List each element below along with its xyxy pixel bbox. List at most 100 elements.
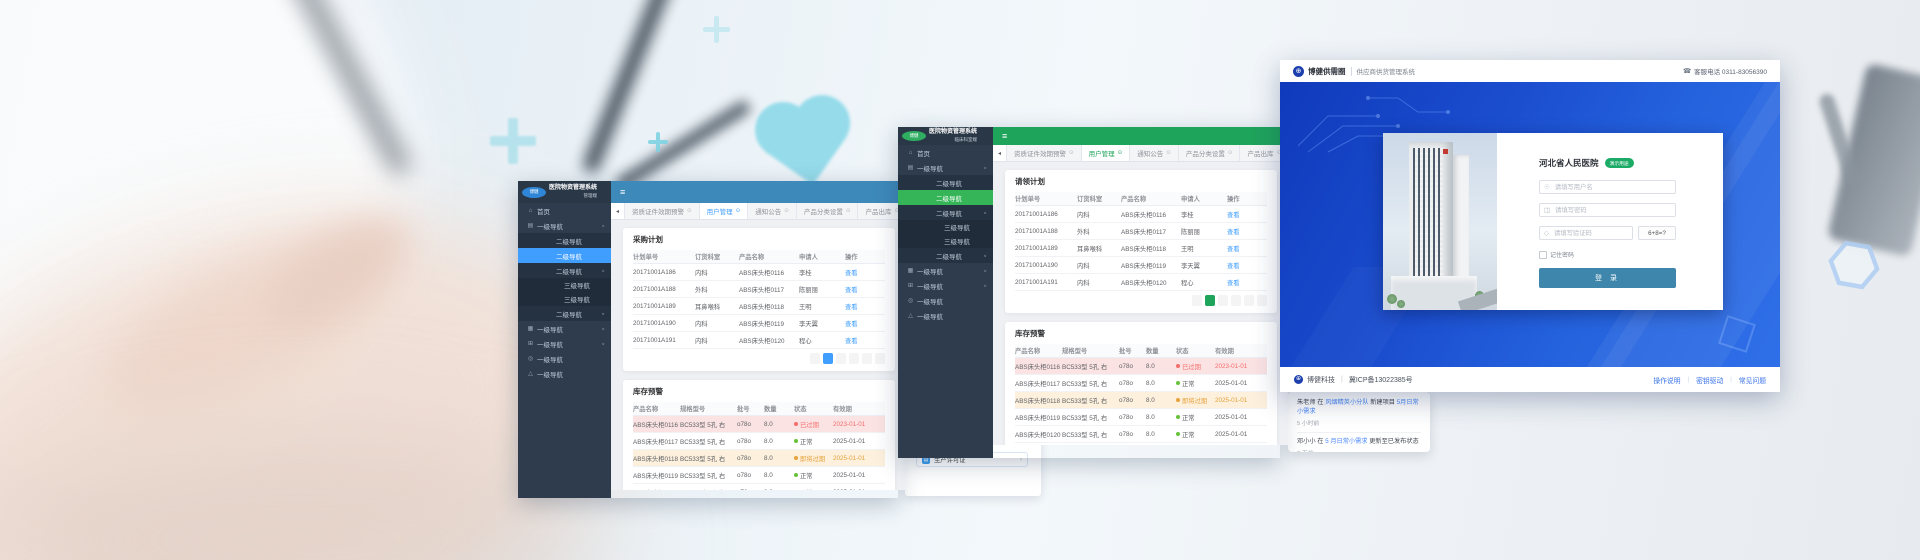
page-button[interactable] xyxy=(1192,295,1202,306)
product-name: 供应商供货管理系统 xyxy=(1357,66,1416,76)
feed-item: 邓小小 在 5 月日常小需求 更新至已发布状态 xyxy=(1297,438,1421,447)
view-link[interactable]: 查看 xyxy=(1227,210,1267,219)
page-button[interactable] xyxy=(1257,295,1267,306)
col-header: 状态 xyxy=(794,404,833,413)
sidebar-menu-item[interactable]: 二级导航 ∨ xyxy=(518,306,611,321)
sidebar-menu-item[interactable]: ▤ 一级导航 ∧ xyxy=(518,218,611,233)
tab-label: 用户管理 xyxy=(1089,148,1115,158)
tab-label: 产品出库 xyxy=(865,206,891,216)
sidebar-menu-item[interactable]: 三级导航 xyxy=(898,220,993,234)
sidebar-menu-item[interactable]: ▤ 一级导航 ∧ xyxy=(898,160,993,175)
sidebar-menu-item[interactable]: 二级导航 xyxy=(898,190,993,205)
col-header: 产品名称 xyxy=(739,252,799,261)
view-link[interactable]: 查看 xyxy=(845,285,885,294)
view-link[interactable]: 查看 xyxy=(845,319,885,328)
tab[interactable]: 资质证件效期预警 ⊙ xyxy=(624,203,699,219)
sidebar-menu-item[interactable]: 二级导航 xyxy=(518,233,611,248)
sidebar-menu-item[interactable]: ▦ 一级导航 ∨ xyxy=(898,263,993,278)
hamburger-icon[interactable]: ≡ xyxy=(611,188,625,197)
view-link[interactable]: 查看 xyxy=(845,336,885,345)
col-header: 申请人 xyxy=(799,252,845,261)
page-button[interactable] xyxy=(836,353,846,364)
page-button[interactable] xyxy=(1218,295,1228,306)
expiry-date-cell: 2025-01-01 xyxy=(1215,431,1267,438)
captcha-field[interactable]: ◇ xyxy=(1539,226,1633,240)
applicant-cell: 陈丽丽 xyxy=(1181,227,1227,236)
hamburger-icon[interactable]: ≡ xyxy=(993,132,1007,141)
sidebar-menu-item[interactable]: ⊞ 一级导航 ∨ xyxy=(898,278,993,293)
plan-number-cell: 20171001A189 xyxy=(633,303,695,310)
sidebar-menu-item[interactable]: 二级导航 ∨ xyxy=(898,248,993,263)
tab[interactable]: 资质证件效期预警 ⊙ xyxy=(1006,145,1081,161)
remember-label: 记住密码 xyxy=(1550,250,1574,259)
view-link[interactable]: 查看 xyxy=(1227,261,1267,270)
status-cell: 正常 xyxy=(794,437,833,446)
spec-cell: BC533型 5孔 右 xyxy=(1062,379,1119,388)
sidebar-menu-item[interactable]: ◎ 一级导航 xyxy=(518,351,611,366)
captcha-question[interactable]: 6+8=? xyxy=(1638,226,1676,240)
col-header: 计划单号 xyxy=(1015,194,1077,203)
tab[interactable]: 通知公告 ⊙ xyxy=(747,203,796,219)
sidebar-menu-item[interactable]: ◎ 一级导航 xyxy=(898,293,993,308)
view-link[interactable]: 查看 xyxy=(1227,278,1267,287)
quantity-cell: 8.0 xyxy=(1146,380,1176,387)
username-input[interactable] xyxy=(1553,183,1671,192)
sidebar-menu-item[interactable]: △ 一级导航 xyxy=(898,308,993,323)
collapse-tabs-icon[interactable]: ◂ xyxy=(611,203,624,219)
status-text: 正常 xyxy=(1182,432,1195,439)
sidebar-menu-item[interactable]: 三级导航 xyxy=(518,278,611,292)
page-button[interactable] xyxy=(1231,295,1241,306)
view-link[interactable]: 查看 xyxy=(1227,227,1267,236)
username-field[interactable]: ☉ xyxy=(1539,180,1676,194)
page-button[interactable] xyxy=(810,353,820,364)
page-button[interactable] xyxy=(862,353,872,364)
sidebar-menu-item[interactable]: 二级导航 ∧ xyxy=(898,205,993,220)
view-link[interactable]: 查看 xyxy=(845,268,885,277)
page-button[interactable] xyxy=(875,353,885,364)
collapse-tabs-icon[interactable]: ◂ xyxy=(993,145,1006,161)
checkbox-icon[interactable] xyxy=(1539,251,1547,259)
sidebar-menu-item[interactable]: 三级导航 xyxy=(518,292,611,306)
shield-icon: ◇ xyxy=(1544,229,1549,237)
department-cell: 外科 xyxy=(1077,227,1121,236)
page-button[interactable] xyxy=(849,353,859,364)
sidebar-menu-item[interactable]: ⌂ 首页 xyxy=(898,145,993,160)
login-button[interactable]: 登 录 xyxy=(1539,268,1676,288)
password-input[interactable] xyxy=(1553,206,1671,215)
page-button[interactable] xyxy=(1244,295,1254,306)
footer-link-faq[interactable]: 常见问题 xyxy=(1739,375,1766,385)
expiry-date-cell: 2025-01-01 xyxy=(833,438,885,445)
product-cell: ABS床头柜0116 xyxy=(633,420,680,429)
sidebar-menu-item[interactable]: △ 一级导航 xyxy=(518,366,611,381)
sidebar-menu-item[interactable]: ⌂ 首页 xyxy=(518,203,611,218)
remember-me[interactable]: 记住密码 xyxy=(1539,250,1723,259)
col-header: 数量 xyxy=(764,404,794,413)
captcha-input[interactable] xyxy=(1552,229,1628,238)
tab[interactable]: 通知公告 ⊙ xyxy=(1129,145,1178,161)
product-cell: ABS床头柜0117 xyxy=(633,437,680,446)
sidebar-menu-item[interactable]: 二级导航 xyxy=(518,248,611,263)
tab-label: 通知公告 xyxy=(1137,148,1163,158)
tab[interactable]: 用户管理 ⊙ xyxy=(1081,145,1130,161)
page-button[interactable] xyxy=(1205,295,1215,306)
pagination xyxy=(633,349,885,366)
footer-link-driver[interactable]: 密钥驱动 xyxy=(1696,375,1723,385)
tab[interactable]: 用户管理 ⊙ xyxy=(699,203,748,219)
tab[interactable]: 产品分类设置 ⊙ xyxy=(796,203,858,219)
department-cell: 外科 xyxy=(695,285,739,294)
sidebar-menu-item[interactable]: ⊞ 一级导航 ∨ xyxy=(518,336,611,351)
sidebar-menu-item[interactable]: 二级导航 xyxy=(898,175,993,190)
page-button[interactable] xyxy=(823,353,833,364)
feed-link[interactable]: 风烟精英小分队 xyxy=(1325,399,1368,406)
footer-link-help[interactable]: 操作说明 xyxy=(1653,375,1680,385)
spec-cell: BC533型 5孔 右 xyxy=(680,471,737,480)
tab[interactable]: 产品分类设置 ⊙ xyxy=(1178,145,1240,161)
view-link[interactable]: 查看 xyxy=(1227,244,1267,253)
sidebar-menu-item[interactable]: 三级导航 xyxy=(898,234,993,248)
sidebar-menu-item[interactable]: 二级导航 ∧ xyxy=(518,263,611,278)
view-link[interactable]: 查看 xyxy=(845,302,885,311)
password-field[interactable]: ◫ xyxy=(1539,203,1676,217)
batch-cell: o78o xyxy=(737,438,764,445)
feed-link[interactable]: 5 月日常小需求 xyxy=(1325,438,1367,445)
sidebar-menu-item[interactable]: ▦ 一级导航 ∨ xyxy=(518,321,611,336)
